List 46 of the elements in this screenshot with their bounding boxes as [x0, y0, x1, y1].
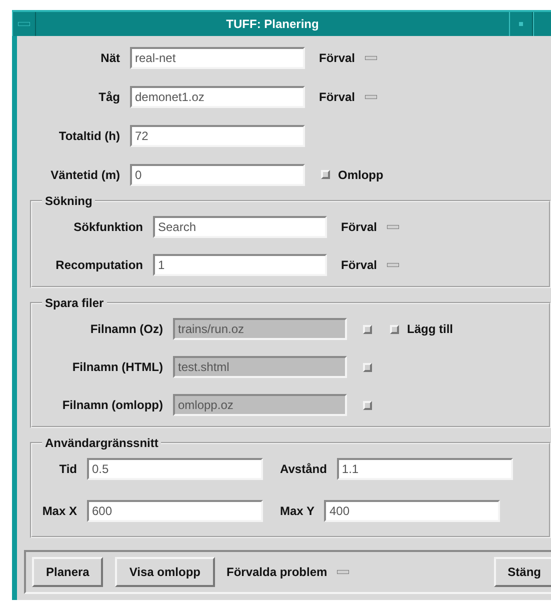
- option-indicator-icon: [387, 263, 400, 267]
- text-field[interactable]: real-net: [130, 46, 305, 68]
- option-menu[interactable]: Förvalda problem: [226, 565, 350, 579]
- option-indicator-icon: [365, 94, 378, 98]
- option-menu[interactable]: Förval: [319, 50, 378, 64]
- text-field[interactable]: 0: [130, 164, 305, 186]
- field-label: Avstånd: [280, 462, 327, 476]
- action-button[interactable]: Stäng: [494, 557, 551, 587]
- checkbox[interactable]: [321, 170, 330, 179]
- text-field[interactable]: 1: [153, 254, 327, 276]
- field-label: Max Y: [280, 504, 314, 518]
- field-label: Nät: [100, 50, 121, 64]
- text-field[interactable]: 1.1: [336, 458, 513, 480]
- option-menu[interactable]: Förval: [341, 258, 400, 272]
- group-title: Spara filer: [44, 296, 105, 310]
- group-title: Sökning: [44, 194, 94, 208]
- field-label: Filnamn (Oz): [89, 322, 164, 336]
- option-menu[interactable]: Förval: [341, 220, 400, 234]
- option-indicator-icon: [365, 56, 378, 60]
- text-field[interactable]: Search: [153, 216, 327, 238]
- field-label: Väntetid (m): [50, 168, 121, 182]
- text-field[interactable]: 72: [130, 124, 305, 146]
- field-label: Totaltid (h): [58, 128, 121, 142]
- checkbox-label: Omlopp: [338, 168, 384, 182]
- option-menu[interactable]: Förval: [319, 90, 378, 104]
- field-label: Sökfunktion: [72, 220, 144, 234]
- field-label: Filnamn (omlopp): [61, 398, 164, 412]
- action-button[interactable]: Visa omlopp: [115, 557, 214, 587]
- field-label: Recomputation: [54, 258, 144, 272]
- checkbox-label: Lägg till: [407, 322, 453, 336]
- action-button[interactable]: Planera: [32, 557, 104, 587]
- text-field[interactable]: 0.5: [87, 458, 263, 480]
- field-label: Max X: [41, 504, 78, 518]
- minimize-button[interactable]: [509, 12, 533, 36]
- window-title: TUFF: Planering: [225, 16, 320, 33]
- text-field[interactable]: demonet1.oz: [130, 86, 305, 108]
- field-label: Tid: [58, 462, 78, 476]
- text-field[interactable]: 400: [324, 500, 500, 522]
- text-field[interactable]: 600: [87, 500, 263, 522]
- option-indicator-icon: [337, 570, 350, 574]
- minus-icon: [18, 22, 30, 26]
- field-label: Tåg: [98, 90, 121, 104]
- option-indicator-icon: [387, 225, 400, 229]
- field-label: Filnamn (HTML): [71, 360, 164, 374]
- window-menu-button[interactable]: [12, 12, 36, 36]
- group-title: Användargränssnitt: [44, 436, 160, 450]
